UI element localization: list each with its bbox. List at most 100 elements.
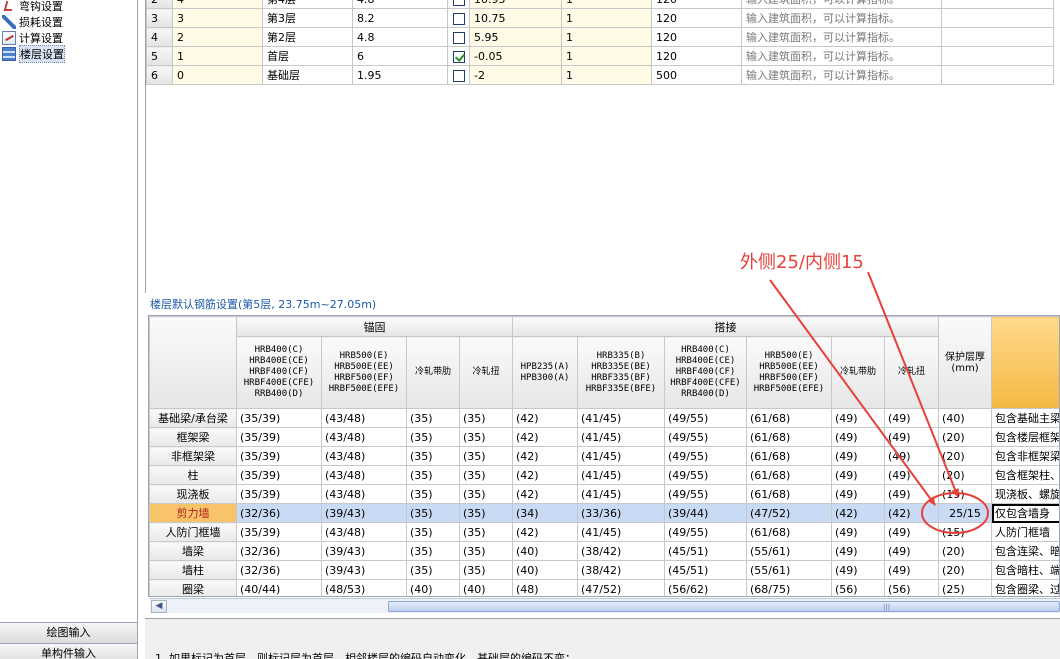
component-name-cell[interactable]: 柱 (149, 465, 237, 485)
rebar-value-cell[interactable]: (41/45) (577, 427, 665, 447)
rebar-value-cell[interactable]: (41/45) (577, 522, 665, 542)
rebar-value-cell[interactable]: (61/68) (746, 427, 832, 447)
extra-cell[interactable] (941, 65, 1054, 85)
remarks-cell[interactable]: 包含非框架梁 (991, 446, 1059, 466)
rebar-value-cell[interactable]: (35) (459, 465, 513, 485)
floor-row[interactable]: 5 1 首层 6 -0.05 1 120 输入建筑面积，可以计算指标。 (146, 46, 1054, 66)
rebar-value-cell[interactable]: (35) (406, 408, 460, 428)
rebar-value-cell[interactable]: (43/48) (321, 408, 407, 428)
rebar-value-cell[interactable]: (61/68) (746, 465, 832, 485)
rebar-value-cell[interactable]: (41/45) (577, 465, 665, 485)
same-floor-count-cell[interactable]: 1 (561, 8, 652, 28)
rebar-value-cell[interactable]: (38/42) (577, 560, 665, 580)
remarks-cell[interactable]: 包含暗柱、端 (991, 560, 1059, 580)
area-hint-cell[interactable]: 输入建筑面积，可以计算指标。 (741, 27, 942, 47)
rebar-value-cell[interactable]: (49) (831, 522, 885, 542)
rebar-value-cell[interactable]: (56/62) (664, 579, 747, 596)
rebar-value-cell[interactable]: (68/75) (746, 579, 832, 596)
bottom-elevation-cell[interactable]: 10.75 (469, 8, 562, 28)
rebar-value-cell[interactable]: (40) (459, 579, 513, 596)
cover-thickness-cell[interactable]: (20) (938, 560, 993, 580)
rebar-value-cell[interactable]: (32/36) (236, 503, 322, 523)
component-name-cell[interactable]: 非框架梁 (149, 446, 237, 466)
rebar-value-cell[interactable]: (56) (831, 579, 885, 596)
rebar-value-cell[interactable]: (35) (406, 446, 460, 466)
rebar-value-cell[interactable]: (42) (512, 522, 578, 542)
rebar-value-cell[interactable]: (40) (512, 541, 578, 561)
floor-height-cell[interactable]: 4.8 (352, 0, 448, 9)
extra-cell[interactable] (941, 8, 1054, 28)
floor-name-cell[interactable]: 第4层 (262, 0, 353, 9)
tab-drawing-input[interactable]: 绘图输入 (0, 622, 137, 643)
base-floor-checkbox[interactable] (452, 31, 465, 44)
rebar-value-cell[interactable]: (35) (406, 427, 460, 447)
rebar-value-cell[interactable]: (48/53) (321, 579, 407, 596)
bottom-elevation-cell[interactable]: -0.05 (469, 46, 562, 66)
rebar-row[interactable]: 基础梁/承台梁 (35/39) (43/48) (35) (35) (42) (41/45)… (149, 408, 1059, 428)
rebar-value-cell[interactable]: (49) (883, 484, 940, 504)
remarks-cell[interactable]: 包含连梁、暗 (991, 541, 1059, 561)
rebar-value-cell[interactable]: (61/68) (746, 522, 832, 542)
rebar-value-cell[interactable]: (49/55) (664, 465, 747, 485)
rebar-value-cell[interactable]: (35) (459, 541, 513, 561)
component-name-cell[interactable]: 墙柱 (149, 560, 237, 580)
rebar-value-cell[interactable]: (35) (459, 484, 513, 504)
rebar-value-cell[interactable]: (35/39) (236, 408, 322, 428)
rebar-value-cell[interactable]: (35/39) (236, 465, 322, 485)
component-name-cell[interactable]: 剪力墙 (149, 503, 237, 523)
extra-cell[interactable] (941, 0, 1054, 9)
rebar-value-cell[interactable]: (42) (883, 503, 940, 523)
rebar-value-cell[interactable]: (35) (406, 503, 460, 523)
rebar-value-cell[interactable]: (40) (406, 579, 460, 596)
base-floor-checkbox[interactable] (452, 0, 465, 6)
rebar-row[interactable]: 柱 (35/39) (43/48) (35) (35) (42) (41/45) (49/55… (149, 465, 1059, 485)
rebar-value-cell[interactable]: (61/68) (746, 484, 832, 504)
floor-row[interactable]: 3 3 第3层 8.2 10.75 1 120 输入建筑面积，可以计算指标。 (146, 8, 1054, 28)
base-floor-cell[interactable] (447, 8, 470, 28)
nav-item-3[interactable]: 楼层设置 (2, 45, 65, 63)
slab-thickness-cell[interactable]: 120 (651, 0, 742, 9)
rebar-value-cell[interactable]: (49) (831, 465, 885, 485)
extra-cell[interactable] (941, 27, 1054, 47)
rebar-value-cell[interactable]: (49) (883, 465, 940, 485)
rebar-value-cell[interactable]: (41/45) (577, 484, 665, 504)
floor-height-cell[interactable]: 4.8 (352, 27, 448, 47)
bottom-elevation-cell[interactable]: -2 (469, 65, 562, 85)
base-floor-cell[interactable] (447, 46, 470, 66)
slab-thickness-cell[interactable]: 120 (651, 27, 742, 47)
component-name-cell[interactable]: 圈梁 (149, 579, 237, 596)
floor-name-cell[interactable]: 第3层 (262, 8, 353, 28)
rebar-value-cell[interactable]: (49) (883, 446, 940, 466)
rebar-value-cell[interactable]: (34) (512, 503, 578, 523)
rebar-value-cell[interactable]: (35) (406, 541, 460, 561)
area-hint-cell[interactable]: 输入建筑面积，可以计算指标。 (741, 0, 942, 9)
rebar-value-cell[interactable]: (49/55) (664, 484, 747, 504)
base-floor-checkbox[interactable] (452, 12, 465, 25)
horizontal-scrollbar[interactable]: ◀ ||| (150, 598, 1060, 613)
rebar-value-cell[interactable]: (56) (883, 579, 940, 596)
rebar-value-cell[interactable]: (49/55) (664, 522, 747, 542)
rebar-value-cell[interactable]: (35) (406, 522, 460, 542)
cover-thickness-cell[interactable]: (15) (938, 522, 993, 542)
floor-name-cell[interactable]: 基础层 (262, 65, 353, 85)
cover-thickness-cell[interactable]: (20) (938, 465, 993, 485)
scrollbar-thumb[interactable] (388, 601, 1060, 612)
same-floor-count-cell[interactable]: 1 (561, 27, 652, 47)
rebar-value-cell[interactable]: (35/39) (236, 484, 322, 504)
rebar-value-cell[interactable]: (35/39) (236, 427, 322, 447)
rebar-value-cell[interactable]: (45/51) (664, 541, 747, 561)
rebar-row[interactable]: 现浇板 (35/39) (43/48) (35) (35) (42) (41/45) (49/… (149, 484, 1059, 504)
rebar-value-cell[interactable]: (35) (406, 465, 460, 485)
rebar-value-cell[interactable]: (49) (831, 484, 885, 504)
rebar-value-cell[interactable]: (35) (406, 484, 460, 504)
floor-code-cell[interactable]: 1 (172, 46, 263, 66)
rebar-value-cell[interactable]: (47/52) (746, 503, 832, 523)
rebar-value-cell[interactable]: (42) (512, 446, 578, 466)
floor-code-cell[interactable]: 4 (172, 0, 263, 9)
nav-item-0[interactable]: 弯钩设置 (2, 0, 63, 14)
nav-item-1[interactable]: 损耗设置 (2, 14, 63, 30)
base-floor-checkbox[interactable] (452, 50, 465, 63)
remarks-cell[interactable]: 包含圈梁、过 (991, 579, 1059, 596)
area-hint-cell[interactable]: 输入建筑面积，可以计算指标。 (741, 65, 942, 85)
rebar-value-cell[interactable]: (49) (883, 541, 940, 561)
